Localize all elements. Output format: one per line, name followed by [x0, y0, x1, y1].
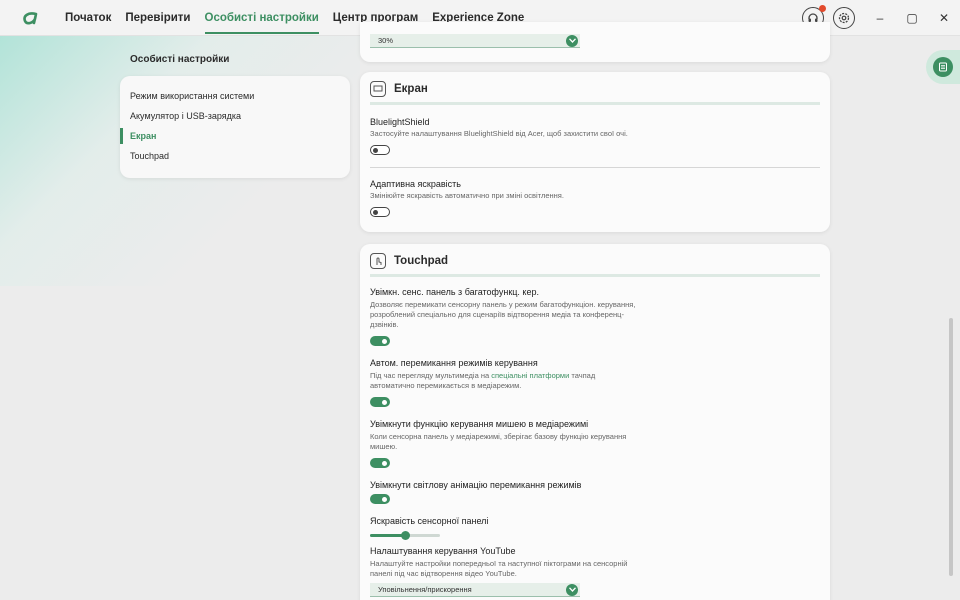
youtube-control-setting: Налаштування керування YouTube Налаштуйт… [360, 546, 830, 597]
toggle-knob [382, 496, 387, 502]
maximize-button[interactable]: ▢ [896, 0, 928, 36]
bluelight-toggle[interactable] [370, 145, 390, 155]
mouse-control-setting: Увімкнути функцію керування мишею в меді… [360, 419, 830, 468]
acer-logo-icon[interactable] [14, 0, 48, 36]
youtube-control-title: Налаштування керування YouTube [370, 546, 516, 556]
touchpad-brightness-title: Яскравість сенсорної панелі [370, 516, 489, 526]
slider-fill [370, 534, 405, 537]
list-icon [933, 57, 953, 77]
nav-item-personal-settings[interactable]: Особисті настройки [198, 0, 326, 36]
nav-item-check[interactable]: Перевірити [118, 0, 197, 36]
nav-item-home[interactable]: Початок [58, 0, 118, 36]
bluelight-setting: BluelightShield Застосуйте налаштування … [360, 117, 830, 155]
auto-switch-setting: Автом. перемикання режимів керування Під… [360, 358, 830, 407]
screen-card: Екран BluelightShield Застосуйте налашту… [360, 72, 830, 232]
notification-dot [819, 5, 826, 12]
settings-button[interactable] [833, 7, 855, 29]
chevron-down-icon [566, 34, 578, 47]
auto-switch-toggle[interactable] [370, 397, 390, 407]
adaptive-brightness-setting: Адаптивна яскравість Змініюйте яскравіст… [360, 179, 830, 217]
header-divider [370, 274, 820, 277]
close-button[interactable]: ✕ [928, 0, 960, 36]
sidebar-item-touchpad[interactable]: Touchpad [120, 146, 350, 166]
minimize-button[interactable]: – [864, 0, 896, 36]
section-divider [370, 167, 820, 168]
light-animation-title: Увімкнути світлову анімацію перемикання … [370, 480, 582, 490]
touchpad-icon [370, 253, 386, 269]
bluelight-title: BluelightShield [370, 117, 430, 127]
auto-switch-title: Автом. перемикання режимів керування [370, 358, 538, 368]
multifunction-toggle[interactable] [370, 336, 390, 346]
sidebar-item-system-mode[interactable]: Режим використання системи [120, 86, 350, 106]
adaptive-toggle[interactable] [370, 207, 390, 217]
gear-icon [838, 12, 850, 24]
multifunction-setting: Увімкн. сенс. панель з багатофункц. кер.… [360, 287, 830, 346]
adaptive-title: Адаптивна яскравість [370, 179, 461, 189]
slider-thumb[interactable] [400, 531, 410, 540]
scrollbar-thumb[interactable] [949, 318, 953, 576]
youtube-select-value: Уповільнення/прискорення [378, 585, 472, 594]
screen-card-title: Екран [394, 83, 428, 95]
chevron-down-icon [566, 583, 578, 596]
mouse-control-desc: Коли сенсорна панель у медіарежимі, збер… [370, 432, 627, 451]
previous-settings-card: 30% [360, 22, 830, 62]
mouse-control-title: Увімкнути функцію керування мишею в меді… [370, 419, 589, 429]
toggle-knob [373, 209, 378, 215]
side-panel-button[interactable] [926, 50, 960, 84]
sidebar-item-screen[interactable]: Екран [120, 126, 350, 146]
touchpad-card: Touchpad Увімкн. сенс. панель з багатофу… [360, 244, 830, 600]
toggle-knob [382, 399, 387, 405]
sidebar-item-battery-usb[interactable]: Акумулятор і USB-зарядка [120, 106, 350, 126]
multifunction-desc: Дозволяє перемикати сенсорну панель у ре… [370, 300, 636, 329]
touchpad-brightness-setting: Яскравість сенсорної панелі [360, 516, 830, 540]
percent-select-value: 30% [378, 36, 394, 45]
mouse-control-toggle[interactable] [370, 458, 390, 468]
touchpad-card-title: Touchpad [394, 255, 449, 267]
multifunction-title: Увімкн. сенс. панель з багатофункц. кер. [370, 287, 539, 297]
percent-select[interactable]: 30% [370, 34, 580, 48]
special-platforms-link[interactable]: спеціальні платформи [491, 371, 569, 380]
toggle-knob [382, 460, 387, 466]
light-animation-setting: Увімкнути світлову анімацію перемикання … [360, 480, 830, 504]
youtube-action-select[interactable]: Уповільнення/прискорення [370, 583, 580, 597]
header-divider [370, 102, 820, 105]
monitor-icon [370, 81, 386, 97]
auto-switch-desc: Під час перегляду мультимедіа на спеціал… [370, 371, 596, 390]
bluelight-desc: Застосуйте налаштування BluelightShield … [370, 129, 628, 138]
sidebar-panel: Режим використання системи Акумулятор і … [120, 76, 350, 178]
sidebar-title: Особисті настройки [130, 54, 230, 65]
light-animation-toggle[interactable] [370, 494, 390, 504]
youtube-control-desc: Налаштуйте настройки попередньої та наст… [370, 559, 628, 578]
toggle-knob [382, 338, 387, 344]
adaptive-desc: Змініюйте яскравість автоматично при змі… [370, 191, 564, 200]
touchpad-brightness-slider[interactable] [370, 530, 440, 540]
toggle-knob [373, 147, 378, 153]
